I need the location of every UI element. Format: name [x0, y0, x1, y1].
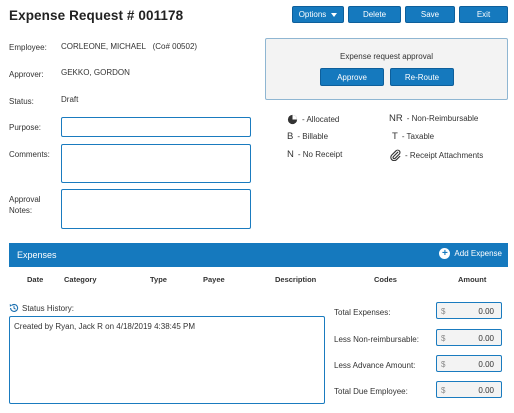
page-title: Expense Request # 001178 [9, 8, 184, 23]
total-expenses-field: $ 0.00 [436, 302, 502, 319]
pie-chart-icon [287, 114, 298, 125]
legend-non-reimbursable: NR - Non-Reimbursable [389, 113, 478, 124]
options-label: Options [298, 10, 327, 19]
less-advance-field: $ 0.00 [436, 355, 502, 372]
chevron-down-icon [331, 13, 338, 17]
reroute-button[interactable]: Re-Route [390, 68, 454, 86]
less-advance-value: 0.00 [478, 360, 494, 369]
less-non-reimbursable-value: 0.00 [478, 334, 494, 343]
currency-symbol: $ [441, 334, 446, 343]
expenses-title: Expenses [17, 250, 57, 260]
total-due-value: 0.00 [478, 386, 494, 395]
currency-symbol: $ [441, 307, 446, 316]
employee-label: Employee: [9, 43, 47, 52]
status-value: Draft [61, 95, 79, 104]
no-receipt-symbol: N [287, 149, 294, 160]
purpose-label: Purpose: [9, 123, 42, 132]
column-header-payee: Payee [203, 275, 225, 284]
column-header-amount: Amount [458, 275, 487, 284]
legend-no-receipt: N - No Receipt [287, 149, 342, 160]
status-history-box[interactable]: Created by Ryan, Jack R on 4/18/2019 4:3… [9, 316, 325, 404]
employee-value: CORLEONE, MICHAEL (Co# 00502) [61, 42, 197, 51]
less-non-reimbursable-label: Less Non-reimbursable: [334, 335, 419, 344]
less-advance-label: Less Advance Amount: [334, 361, 416, 370]
total-due-field: $ 0.00 [436, 381, 502, 398]
purpose-input[interactable] [61, 117, 251, 137]
taxable-symbol: T [392, 131, 398, 142]
approve-button[interactable]: Approve [320, 68, 384, 86]
comments-input[interactable] [61, 144, 251, 183]
currency-symbol: $ [441, 386, 446, 395]
approver-value: GEKKO, GORDON [61, 68, 130, 77]
legend-billable-text: - Billable [297, 132, 329, 141]
paperclip-icon [390, 149, 401, 161]
history-entry: Created by Ryan, Jack R on 4/18/2019 4:3… [14, 322, 195, 331]
currency-symbol: $ [441, 360, 446, 369]
approval-notes-label-line2: Notes: [9, 206, 33, 215]
billable-symbol: B [287, 131, 294, 142]
legend-allocated: - Allocated [287, 114, 339, 125]
status-history-text: Status History: [22, 303, 75, 313]
column-header-date: Date [27, 275, 44, 284]
legend-attachments: - Receipt Attachments [390, 149, 483, 161]
legend-nr-text: - Non-Reimbursable [406, 114, 479, 123]
legend-taxable: T - Taxable [392, 131, 434, 142]
column-header-category: Category [64, 275, 97, 284]
approval-notes-label-line1: Approval [9, 195, 41, 204]
legend-attachments-text: - Receipt Attachments [405, 150, 484, 160]
approval-notes-input[interactable] [61, 189, 251, 229]
status-label: Status: [9, 97, 34, 106]
delete-button[interactable]: Delete [348, 6, 401, 23]
column-header-description: Description [275, 275, 317, 284]
employee-name: CORLEONE, MICHAEL [61, 42, 146, 51]
total-expenses-value: 0.00 [478, 307, 494, 316]
column-header-type: Type [150, 275, 167, 284]
employee-code: (Co# 00502) [152, 42, 198, 51]
options-button[interactable]: Options [292, 6, 344, 23]
approver-label: Approver: [9, 70, 44, 79]
plus-icon: + [439, 248, 451, 259]
status-history-label: Status History: [9, 303, 74, 313]
save-button[interactable]: Save [405, 6, 455, 23]
column-header-codes: Codes [374, 275, 397, 284]
approval-panel: Expense request approval Approve Re-Rout… [265, 38, 508, 100]
approval-notes-label: Approval Notes: [9, 194, 41, 216]
legend-billable: B - Billable [287, 131, 328, 142]
exit-button[interactable]: Exit [459, 6, 508, 23]
approval-panel-title: Expense request approval [340, 52, 433, 61]
less-non-reimbursable-field: $ 0.00 [436, 329, 502, 346]
nr-symbol: NR [389, 113, 403, 124]
legend-allocated-text: - Allocated [302, 115, 340, 124]
expenses-header-bar: Expenses + Add Expense [9, 243, 508, 267]
legend-no-receipt-text: - No Receipt [297, 150, 343, 159]
legend-taxable-text: - Taxable [401, 132, 435, 141]
add-expense-button[interactable]: + Add Expense [439, 248, 502, 259]
add-expense-label: Add Expense [454, 249, 502, 258]
comments-label: Comments: [9, 150, 50, 159]
total-due-label: Total Due Employee: [334, 387, 408, 396]
history-icon [9, 303, 19, 312]
total-expenses-label: Total Expenses: [334, 308, 391, 317]
